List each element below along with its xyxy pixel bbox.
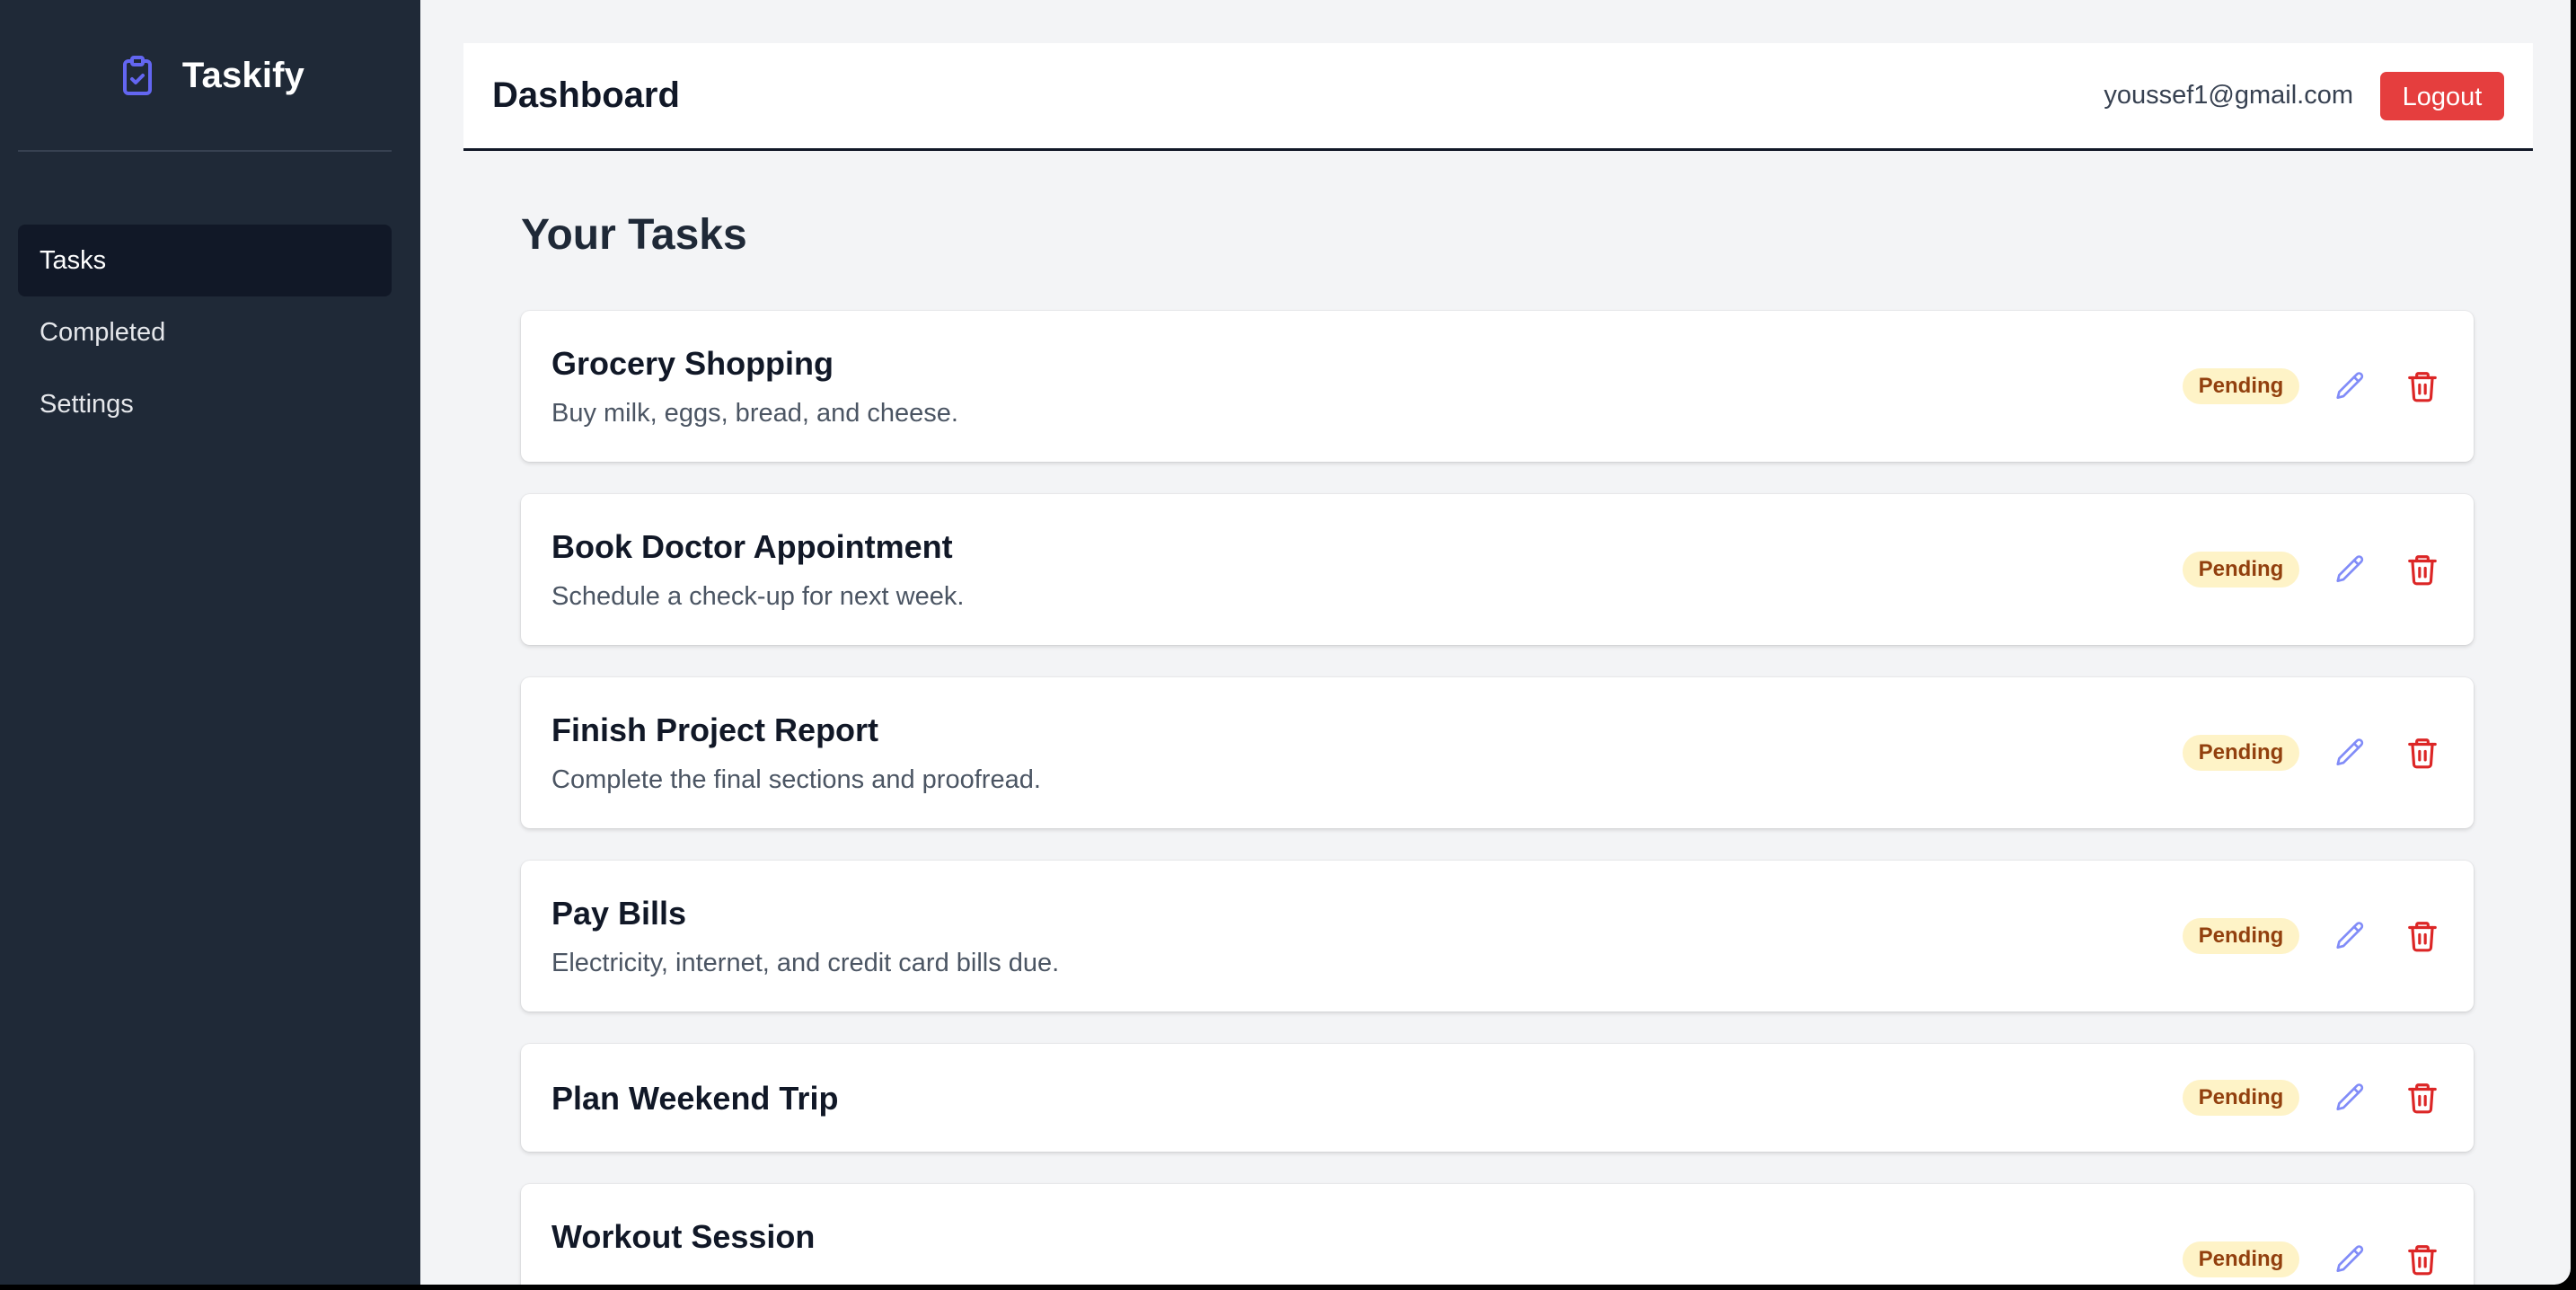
tasks-heading: Your Tasks	[521, 211, 747, 259]
sidebar: Taskify Tasks Completed Settings	[0, 0, 420, 1285]
brand-name: Taskify	[181, 55, 305, 95]
edit-button[interactable]	[2330, 366, 2371, 407]
delete-button[interactable]	[2402, 549, 2443, 590]
task-title: Plan Weekend Trip	[551, 1080, 839, 1117]
sidebar-nav: Tasks Completed Settings	[18, 225, 392, 440]
task-description: Schedule a check-up for next week.	[551, 582, 965, 611]
trash-icon	[2408, 372, 2437, 402]
task-card: Pay Bills Electricity, internet, and cre…	[521, 861, 2474, 1012]
task-card: Plan Weekend Trip Pending	[521, 1044, 2474, 1152]
task-card: Finish Project Report Complete the final…	[521, 677, 2474, 828]
delete-button[interactable]	[2402, 1077, 2443, 1118]
sidebar-item-completed[interactable]: Completed	[18, 296, 392, 368]
status-badge: Pending	[2183, 1080, 2299, 1116]
sidebar-item-settings[interactable]: Settings	[18, 368, 392, 440]
sidebar-divider	[18, 150, 392, 152]
trash-icon	[2408, 922, 2437, 952]
trash-icon	[2408, 555, 2437, 586]
pencil-icon	[2336, 922, 2364, 950]
trash-icon	[2408, 738, 2437, 769]
task-card: Book Doctor Appointment Schedule a check…	[521, 494, 2474, 645]
pencil-icon	[2336, 372, 2364, 400]
trash-icon	[2408, 1083, 2437, 1114]
status-badge: Pending	[2183, 735, 2299, 771]
pencil-icon	[2336, 1083, 2364, 1111]
task-title: Workout Session	[551, 1218, 816, 1255]
delete-button[interactable]	[2402, 732, 2443, 773]
edit-button[interactable]	[2330, 915, 2371, 957]
pencil-icon	[2336, 738, 2364, 766]
top-header: Dashboard youssef1@gmail.com Logout	[463, 43, 2533, 151]
status-badge: Pending	[2183, 918, 2299, 954]
brand: Taskify	[0, 0, 420, 151]
task-title: Book Doctor Appointment	[551, 528, 953, 565]
task-card: Workout Session Pending	[521, 1184, 2474, 1285]
task-title: Pay Bills	[551, 895, 687, 932]
delete-button[interactable]	[2402, 915, 2443, 957]
edit-button[interactable]	[2330, 1239, 2371, 1280]
delete-button[interactable]	[2402, 1239, 2443, 1280]
pencil-icon	[2336, 1245, 2364, 1273]
delete-button[interactable]	[2402, 366, 2443, 407]
task-description: Complete the final sections and proofrea…	[551, 765, 1041, 794]
sidebar-item-tasks[interactable]: Tasks	[18, 225, 392, 296]
status-badge: Pending	[2183, 552, 2299, 588]
edit-button[interactable]	[2330, 549, 2371, 590]
app-window: Taskify Tasks Completed Settings Dashboa…	[0, 0, 2571, 1285]
pencil-icon	[2336, 555, 2364, 583]
status-badge: Pending	[2183, 1241, 2299, 1277]
task-title: Grocery Shopping	[551, 345, 834, 382]
user-email: youssef1@gmail.com	[2104, 81, 2353, 110]
page-title: Dashboard	[492, 75, 680, 115]
logout-button[interactable]: Logout	[2380, 72, 2504, 120]
status-badge: Pending	[2183, 368, 2299, 404]
edit-button[interactable]	[2330, 732, 2371, 773]
edit-button[interactable]	[2330, 1077, 2371, 1118]
task-card: Grocery Shopping Buy milk, eggs, bread, …	[521, 311, 2474, 462]
clipboard-check-icon	[116, 54, 159, 97]
trash-icon	[2408, 1245, 2437, 1276]
task-description: Buy milk, eggs, bread, and cheese.	[551, 399, 958, 428]
task-title: Finish Project Report	[551, 711, 879, 748]
task-description: Electricity, internet, and credit card b…	[551, 949, 1060, 977]
